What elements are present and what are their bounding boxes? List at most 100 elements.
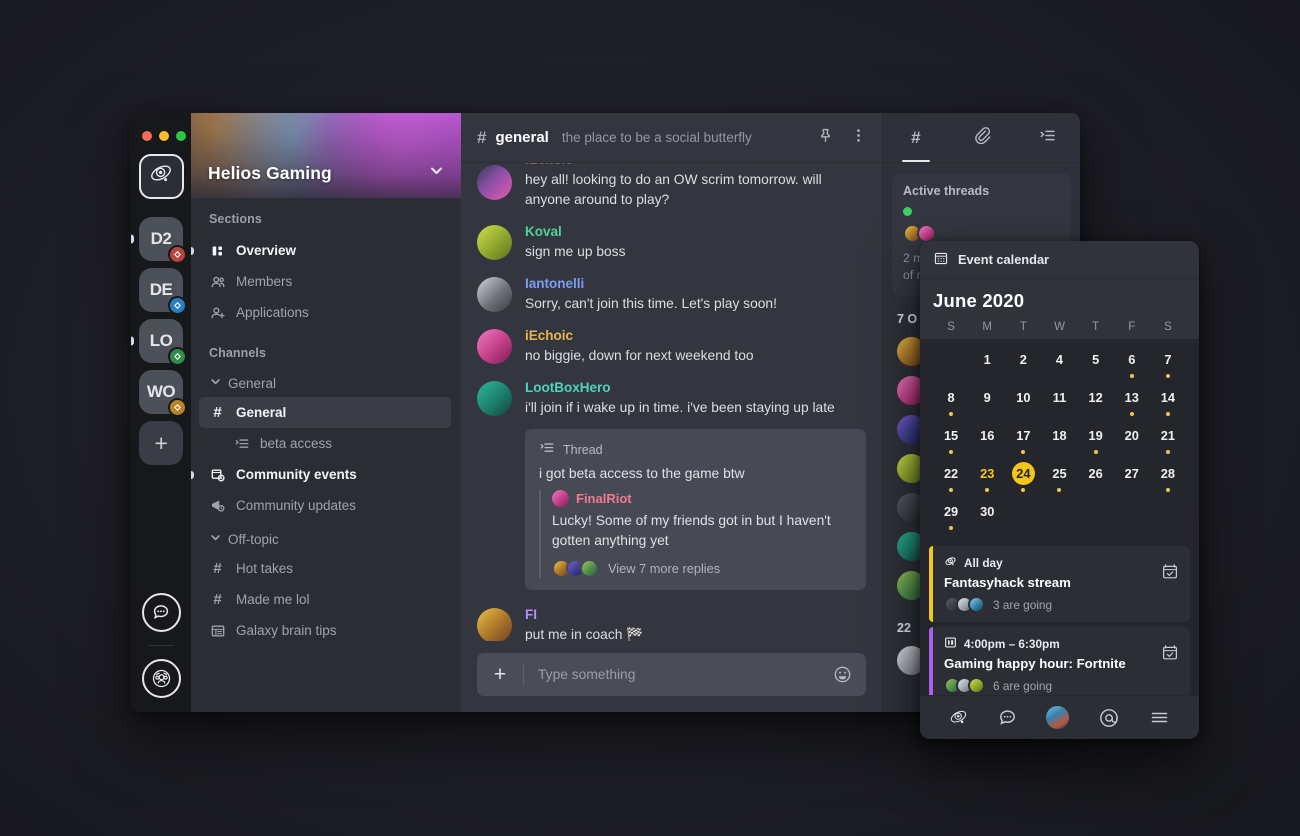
calendar-day-17[interactable]: 17: [1005, 421, 1041, 458]
calendar-day-22[interactable]: 22: [933, 459, 969, 496]
emoji-icon[interactable]: [833, 665, 852, 684]
calendar-day-10[interactable]: 10: [1005, 383, 1041, 420]
message-input[interactable]: [524, 667, 833, 682]
minimize-window-button[interactable]: [159, 131, 169, 141]
tab-attachments[interactable]: [949, 113, 1015, 162]
view-more-replies-button[interactable]: View 7 more replies: [552, 559, 852, 579]
calendar-day-number: 1: [983, 352, 991, 367]
calendar-day-29[interactable]: 29: [933, 497, 969, 534]
zoom-window-button[interactable]: [176, 131, 186, 141]
message-row: Koval sign me up boss: [477, 223, 866, 262]
pin-icon[interactable]: [817, 127, 834, 149]
message-author: FI: [525, 607, 537, 623]
hash-icon: #: [213, 404, 222, 421]
mentions-icon[interactable]: [1098, 707, 1120, 729]
calendar-day-20[interactable]: 20: [1114, 421, 1150, 458]
hash-icon: #: [213, 560, 222, 577]
view-more-replies-label: View 7 more replies: [608, 561, 721, 577]
more-options-icon[interactable]: [850, 127, 867, 149]
calendar-day-9[interactable]: 9: [969, 383, 1005, 420]
channel-item-community-updates[interactable]: Community updates: [199, 490, 451, 521]
home-server-button[interactable]: [138, 154, 184, 199]
sidebar-scroll[interactable]: Sections Overview Members Applications Cha…: [191, 198, 461, 712]
calendar-day-7[interactable]: 7: [1150, 345, 1186, 382]
message-list[interactable]: iEchoic hey all! looking to do an OW scr…: [461, 163, 882, 641]
thread-card[interactable]: Thread i got beta access to the game btw…: [525, 429, 866, 591]
server-icon-de[interactable]: DE: [139, 268, 187, 315]
overview-icon: [209, 242, 226, 259]
calendar-day-26[interactable]: 26: [1078, 459, 1114, 496]
calendar-day-23[interactable]: 23: [969, 459, 1005, 496]
calendar-check-icon[interactable]: [1161, 563, 1179, 586]
calendar-day-number: 16: [980, 428, 995, 443]
tab-channel[interactable]: #: [883, 113, 949, 162]
calendar-day-grid[interactable]: 1 2 4 5 6 7 8 9 10 11 12 13 14 15 16 17 18 19 20 21 22 23 24 25…: [920, 339, 1199, 542]
calendar-day-number: 27: [1124, 466, 1139, 481]
calendar-day-5[interactable]: 5: [1078, 345, 1114, 382]
calendar-event-row[interactable]: 4:00pm – 6:30pm Gaming happy hour: Fortn…: [929, 627, 1190, 695]
channel-item-label: General: [236, 405, 287, 420]
add-server-button[interactable]: +: [139, 421, 183, 465]
chat-icon[interactable]: [997, 707, 1018, 728]
calendar-day-24[interactable]: 24: [1005, 459, 1041, 496]
calendar-event-list[interactable]: All day Fantasyhack stream 3 are going 4…: [920, 542, 1199, 695]
channel-item-general[interactable]: # General: [199, 397, 451, 428]
calendar-day-30[interactable]: 30: [969, 497, 1005, 534]
channel-item-beta-access[interactable]: beta access: [199, 428, 451, 459]
sidebar-item-members[interactable]: Members: [199, 266, 451, 297]
calendar-day-21[interactable]: 21: [1150, 421, 1186, 458]
calendar-day-13[interactable]: 13: [1114, 383, 1150, 420]
messages-icon[interactable]: [141, 592, 181, 632]
channel-item-made-me-lol[interactable]: # Made me lol: [199, 584, 451, 615]
calendar-day-12[interactable]: 12: [1078, 383, 1114, 420]
menu-icon[interactable]: [1148, 706, 1171, 729]
calendar-day-15[interactable]: 15: [933, 421, 969, 458]
server-icon-wo[interactable]: WO: [139, 370, 187, 417]
calendar-day-16[interactable]: 16: [969, 421, 1005, 458]
calendar-day-25[interactable]: 25: [1041, 459, 1077, 496]
galaxy-logo-icon[interactable]: [948, 707, 969, 728]
calendar-check-icon[interactable]: [1161, 644, 1179, 667]
avatar-icon[interactable]: [1046, 706, 1070, 729]
channel-item-galaxy-brain-tips[interactable]: Galaxy brain tips: [199, 615, 451, 646]
channel-item-hot-takes[interactable]: # Hot takes: [199, 553, 451, 584]
calendar-day-8[interactable]: 8: [933, 383, 969, 420]
sidebar-item-applications[interactable]: Applications: [199, 297, 451, 328]
channel-item-label: Made me lol: [236, 592, 310, 607]
event-time-label: All day: [964, 556, 1003, 570]
category-label: Off-topic: [228, 531, 279, 547]
tab-threads[interactable]: [1014, 113, 1080, 162]
calendar-day-number: 11: [1052, 390, 1067, 405]
calendar-day-4[interactable]: 4: [1041, 345, 1077, 382]
chevron-down-icon[interactable]: [428, 162, 445, 184]
avatar: [477, 608, 512, 641]
channel-item-community-events[interactable]: Community events: [191, 459, 451, 490]
calendar-day-18[interactable]: 18: [1041, 421, 1077, 458]
calendar-day-27[interactable]: 27: [1114, 459, 1150, 496]
sidebar-item-overview[interactable]: Overview: [191, 235, 451, 266]
calendar-day-19[interactable]: 19: [1078, 421, 1114, 458]
add-attachment-icon[interactable]: +: [477, 663, 523, 687]
channel-category-off-topic[interactable]: Off-topic: [191, 525, 461, 553]
channel-item-label: beta access: [260, 436, 333, 451]
applications-icon: [209, 304, 226, 321]
friends-icon[interactable]: [141, 659, 181, 698]
server-icon-lo[interactable]: LO: [131, 319, 187, 366]
calendar-day-2[interactable]: 2: [1005, 345, 1041, 382]
calendar-day-14[interactable]: 14: [1150, 383, 1186, 420]
calendar-day-1[interactable]: 1: [969, 345, 1005, 382]
window-traffic-lights: [142, 131, 186, 141]
calendar-day-11[interactable]: 11: [1041, 383, 1077, 420]
server-icon-d2[interactable]: D2: [131, 217, 187, 264]
calendar-popup-title: Event calendar: [958, 252, 1050, 267]
calendar-day-number: 25: [1052, 466, 1067, 481]
calendar-day-28[interactable]: 28: [1150, 459, 1186, 496]
weekday-label: T: [1019, 321, 1027, 333]
weekday-label: F: [1128, 321, 1136, 333]
channel-category-general[interactable]: General: [191, 369, 461, 397]
avatar: [477, 165, 512, 200]
calendar-day-6[interactable]: 6: [1114, 345, 1150, 382]
close-window-button[interactable]: [142, 131, 152, 141]
calendar-event-row[interactable]: All day Fantasyhack stream 3 are going: [929, 546, 1190, 622]
calendar-event-dot: [1093, 450, 1098, 454]
